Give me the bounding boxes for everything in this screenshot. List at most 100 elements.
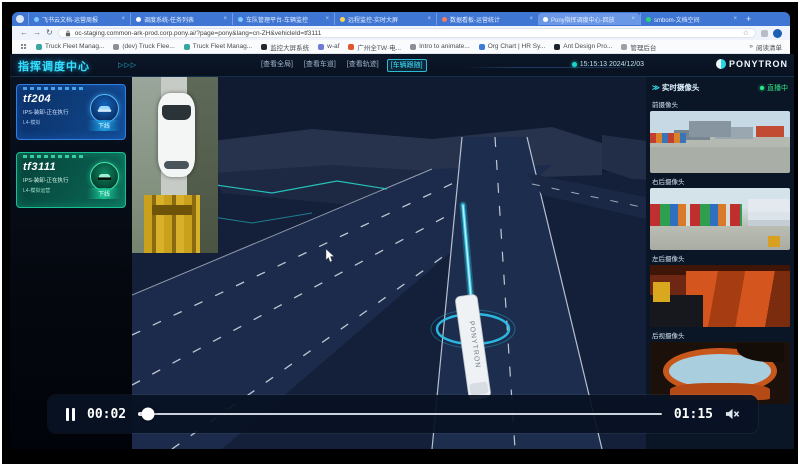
inset-topdown-video[interactable] — [132, 77, 218, 253]
bookmark-label: Ant Design Pro... — [563, 43, 612, 50]
apps-grid-icon[interactable] — [20, 43, 27, 50]
browser-tab[interactable]: 车队管理平台-车辆监控 × — [232, 13, 334, 25]
car-windshield — [162, 105, 191, 120]
pause-button[interactable] — [66, 408, 75, 421]
page-title: 指挥调度中心 — [18, 58, 90, 74]
view-tab-lane[interactable]: [查看车道] — [301, 59, 339, 72]
ponytron-logo-icon — [716, 59, 726, 69]
bookmark-item[interactable]: 广州全TW·电... — [348, 42, 401, 52]
camera-panel: ≫实时摄像头 直播中 前摄像头 右后摄像头 — [646, 77, 794, 449]
camera-label-rear: 后视摄像头 — [646, 327, 794, 342]
browser-tabstrip: 飞书云文档-运营周报 × 调度系统-任务列表 × 车队管理平台-车辆监控 × 远… — [12, 12, 790, 26]
camera-label-right-rear: 右后摄像头 — [646, 173, 794, 188]
seek-bar[interactable] — [138, 413, 662, 415]
browser-tab-active[interactable]: Pony指挥调度中心-回放 × — [538, 13, 640, 25]
browser-tab[interactable]: 远程监控-实时大屏 × — [334, 13, 436, 25]
card-tick-decoration — [23, 87, 83, 90]
new-tab-button[interactable]: + — [746, 14, 751, 24]
reload-icon[interactable]: ↻ — [46, 29, 53, 37]
tab-favicon-icon — [340, 17, 345, 22]
screenshot-stage: 飞书云文档-运营周报 × 调度系统-任务列表 × 车队管理平台-车辆监控 × 远… — [0, 0, 800, 466]
camera-feed-front[interactable] — [650, 111, 790, 173]
live-dot-icon — [760, 86, 764, 90]
timestamp-text: 15:15:13 2024/12/03 — [580, 61, 644, 68]
vehicle-card-tf204[interactable]: tf204 IPS-装卸-正在执行 L4-模拟 下线 — [16, 84, 126, 140]
live-label: 直播中 — [767, 83, 788, 93]
tab-favicon-icon — [136, 17, 141, 22]
tab-close-icon[interactable]: × — [121, 16, 125, 22]
bookmark-label: Truck Fleet Manag... — [45, 43, 104, 50]
back-icon[interactable]: ← — [20, 29, 28, 37]
seek-thumb[interactable] — [141, 408, 154, 421]
browser-toolbar: ← → ↻ oc-staging.common-ark-prod.corp.po… — [12, 26, 790, 40]
vehicle-circle-icon — [90, 162, 119, 191]
bookmark-label: 监控大屏系统 — [270, 42, 309, 52]
inset-white-car — [158, 93, 195, 177]
vehicle-action-button[interactable]: 下线 — [87, 188, 121, 199]
tab-close-icon[interactable]: × — [223, 16, 227, 22]
card-tick-decoration — [23, 155, 83, 158]
double-chevron-icon: ≫ — [652, 83, 660, 92]
bookmark-favicon-icon — [348, 44, 354, 50]
tab-close-icon[interactable]: × — [325, 16, 329, 22]
vehicle-icon — [96, 171, 113, 182]
camera-feed-right-rear[interactable] — [650, 188, 790, 250]
browser-tab[interactable]: 飞书云文档-运营周报 × — [28, 13, 130, 25]
thumb-container-red — [756, 126, 784, 137]
bookmark-item[interactable]: Ant Design Pro... — [554, 43, 612, 50]
bookmark-favicon-icon — [113, 44, 119, 50]
bookmark-item[interactable]: Truck Fleet Manag... — [184, 43, 252, 50]
tab-title: 远程监控-实时大屏 — [348, 15, 424, 24]
tab-favicon-icon — [646, 17, 651, 22]
current-time: 00:02 — [87, 407, 126, 422]
brand-logo: PONYTRON — [716, 59, 788, 69]
bookmark-star-icon[interactable]: ☆ — [743, 29, 749, 37]
bookmark-label: w-af — [327, 43, 339, 50]
tab-close-icon[interactable]: × — [529, 16, 533, 22]
browser-menu-icon[interactable] — [16, 15, 24, 23]
vehicle-badge: 下线 — [87, 94, 121, 131]
tab-close-icon[interactable]: × — [733, 16, 737, 22]
vehicle-action-button[interactable]: 下线 — [87, 120, 121, 131]
reading-list-label: 阅读清单 — [756, 42, 782, 52]
vehicle-card-tf3111[interactable]: tf3111 IPS-装卸-正在执行 L4-模拟运营 下线 — [16, 152, 126, 208]
profile-avatar[interactable] — [773, 29, 782, 38]
forward-icon[interactable]: → — [33, 29, 41, 37]
tab-title: 调度系统-任务列表 — [144, 15, 220, 24]
address-bar[interactable]: oc-staging.common-ark-prod.corp.pony.ai/… — [58, 28, 756, 38]
bookmark-item[interactable]: (dev) Truck Flee... — [113, 43, 174, 50]
bookmark-item[interactable]: Intro to animate... — [410, 43, 470, 50]
browser-tab[interactable]: 数据看板-运营统计 × — [436, 13, 538, 25]
bookmark-item[interactable]: w-af — [318, 43, 339, 50]
bookmark-label: 管理后台 — [630, 42, 656, 52]
bookmark-item[interactable]: Org Chart | HR Sy... — [479, 43, 546, 50]
bookmark-label: Org Chart | HR Sy... — [488, 43, 546, 50]
view-tab-follow[interactable]: [车辆跟随] — [387, 59, 427, 72]
thumb-building — [748, 199, 790, 226]
tab-close-icon[interactable]: × — [427, 16, 431, 22]
screen-frame: 飞书云文档-运营周报 × 调度系统-任务列表 × 车队管理平台-车辆监控 × 远… — [2, 2, 798, 464]
bookmark-item[interactable]: Truck Fleet Manag... — [36, 43, 104, 50]
extensions-icon[interactable] — [761, 30, 768, 37]
tab-close-icon[interactable]: × — [631, 16, 635, 22]
camera-feed-left-rear[interactable] — [650, 265, 790, 327]
tab-title: Pony指挥调度中心-回放 — [551, 15, 628, 24]
reading-list-button[interactable]: » 阅读清单 — [749, 42, 782, 52]
camera-panel-header: ≫实时摄像头 直播中 — [646, 77, 794, 96]
vehicle-list-panel: tf204 IPS-装卸-正在执行 L4-模拟 下线 — [10, 77, 132, 449]
app-header: 指挥调度中心 ▷▷▷ [查看全局] [查看车道] [查看轨迹] [车辆跟随] 1… — [10, 54, 794, 77]
chevron-right-icon: » — [749, 43, 753, 50]
bookmarks-bar: Truck Fleet Manag... (dev) Truck Flee...… — [12, 40, 790, 54]
browser-tab[interactable]: smbom-文档空间 × — [640, 13, 742, 25]
browser-tab[interactable]: 调度系统-任务列表 × — [130, 13, 232, 25]
view-tab-trajectory[interactable]: [查看轨迹] — [344, 59, 382, 72]
bookmark-item[interactable]: 管理后台 — [621, 42, 656, 52]
thumb-machine — [768, 236, 781, 247]
thumb-buildings — [689, 121, 731, 137]
bookmark-favicon-icon — [554, 44, 560, 50]
video-player-bar: 00:02 01:15 — [48, 395, 758, 433]
view-tab-global[interactable]: [查看全局] — [258, 59, 296, 72]
bookmark-item[interactable]: 监控大屏系统 — [261, 42, 309, 52]
mute-icon[interactable] — [725, 407, 740, 421]
tab-title: 车队管理平台-车辆监控 — [246, 15, 322, 24]
